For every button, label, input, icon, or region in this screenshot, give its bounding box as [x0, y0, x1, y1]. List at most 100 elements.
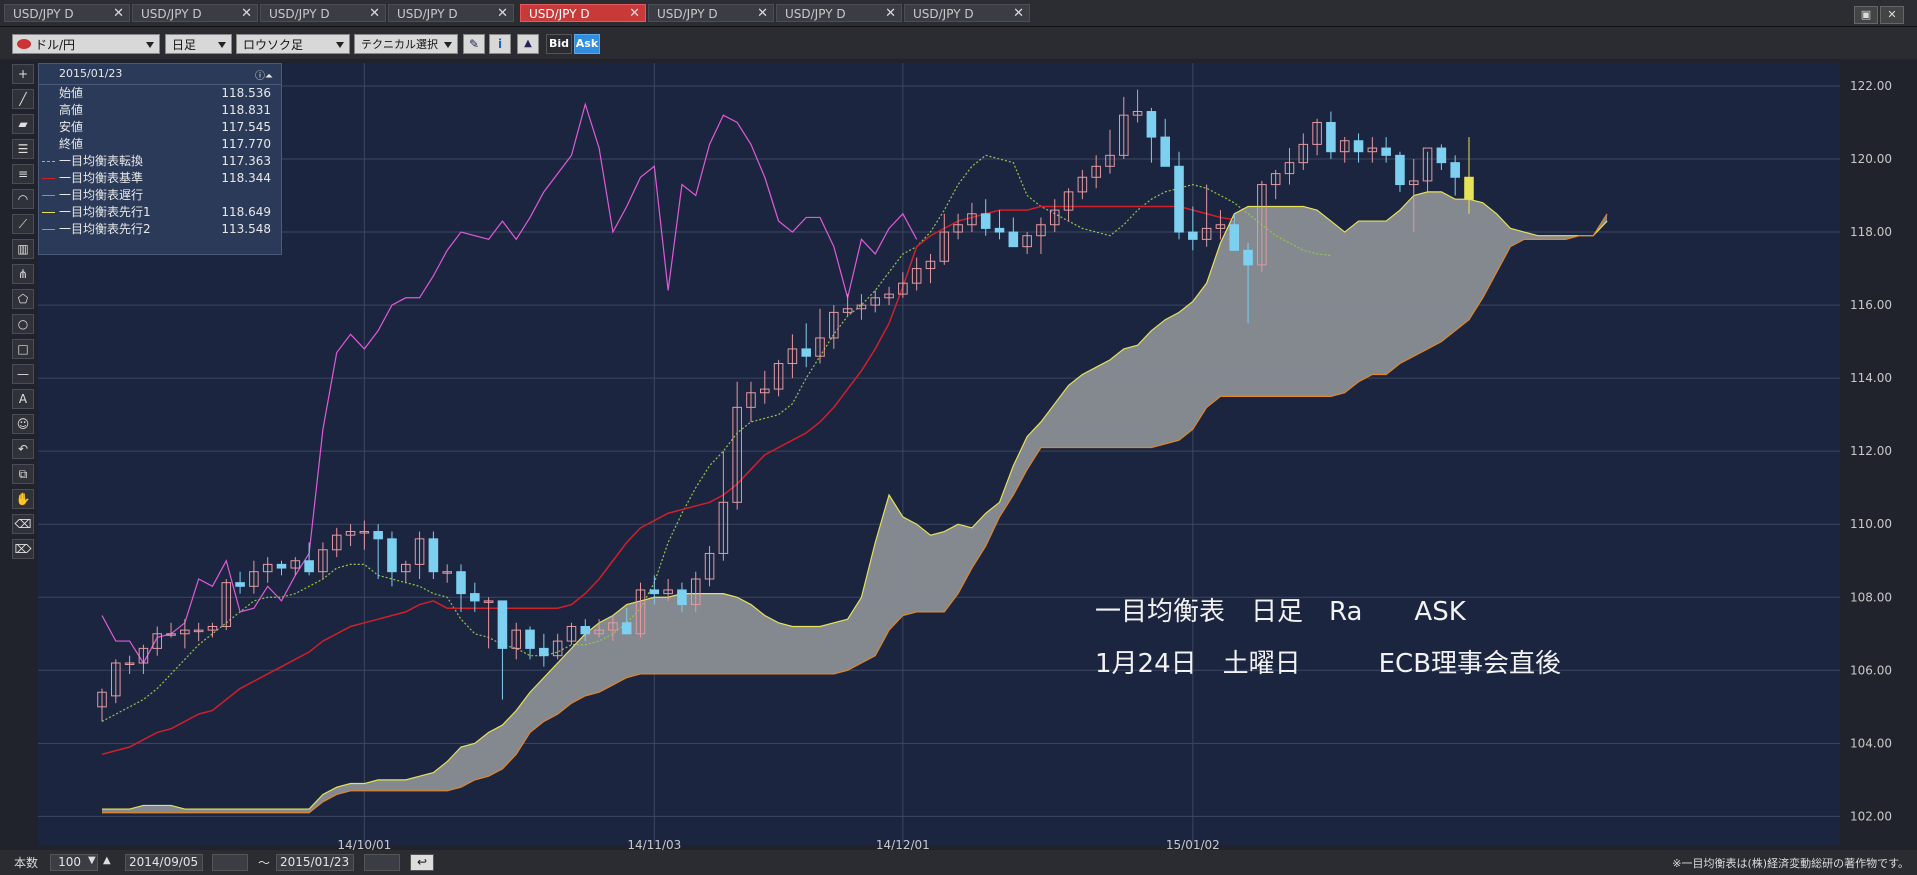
- trendline-icon[interactable]: ╱: [12, 89, 34, 109]
- ohlc-info-panel: 2015/01/23 ⓘ⏶ 始値 118.536 高値 118.831 安値 117.54…: [38, 63, 282, 255]
- info-icon[interactable]: i: [489, 34, 511, 54]
- return-icon[interactable]: ↩: [410, 854, 434, 871]
- close-icon[interactable]: ✕: [757, 5, 768, 23]
- close-icon[interactable]: ✕: [497, 5, 508, 23]
- copy-icon[interactable]: ⧉: [12, 464, 34, 484]
- chart-style-label: ロウソク足: [243, 38, 304, 52]
- tab-usdjpy-6[interactable]: USD/JPY D ✕: [648, 4, 774, 22]
- text-tool-icon[interactable]: A: [12, 389, 34, 409]
- tab-usdjpy-2[interactable]: USD/JPY D ✕: [132, 4, 258, 22]
- candle-body: [539, 647, 549, 657]
- fib-arc-icon[interactable]: ◠: [12, 189, 34, 209]
- tab-usdjpy-4[interactable]: USD/JPY D ✕: [388, 4, 514, 22]
- y-tick-label: 116.00: [1850, 298, 1892, 312]
- from-time-field[interactable]: [212, 854, 248, 871]
- close-window-icon[interactable]: ✕: [1880, 6, 1904, 24]
- candle-body: [235, 582, 245, 587]
- candle-body: [1326, 121, 1336, 153]
- tab-usdjpy-5-active[interactable]: USD/JPY D ✕: [520, 4, 646, 22]
- to-date: 2015/01/23: [280, 855, 350, 869]
- to-date-field[interactable]: 2015/01/23: [276, 854, 354, 871]
- info-label: 一目均衡表遅行: [59, 188, 144, 202]
- from-date: 2014/09/05: [129, 855, 199, 869]
- candle-body: [994, 227, 1005, 233]
- candle-body: [580, 625, 591, 635]
- info-value: 118.831: [221, 103, 271, 117]
- candle-body: [1450, 162, 1460, 178]
- ruler-icon[interactable]: ▰: [12, 114, 34, 134]
- candle-body: [387, 538, 397, 573]
- bid-label: Bid: [548, 37, 570, 50]
- technical-label: テクニカル選択: [361, 38, 438, 51]
- candle-body: [621, 622, 632, 635]
- pitchfork-icon[interactable]: ⋔: [12, 264, 34, 284]
- fibonacci-icon[interactable]: ≡: [12, 164, 34, 184]
- candle-body: [1160, 136, 1170, 167]
- collapse-icon[interactable]: ⓘ⏶: [255, 67, 273, 87]
- status-bar: 本数 100 ▼ ▲ 2014/09/05 ～ 2015/01/23 ↩ ※一目…: [0, 850, 1917, 875]
- candle-body: [1229, 224, 1240, 251]
- rectangle-icon[interactable]: □: [12, 339, 34, 359]
- close-icon[interactable]: ✕: [241, 5, 252, 23]
- annotation-line2: 1月24日 土曜日 ECB理事会直後: [1095, 649, 1561, 679]
- candle-body: [1353, 140, 1364, 153]
- tab-usdjpy-8[interactable]: USD/JPY D ✕: [904, 4, 1030, 22]
- bid-button[interactable]: Bid: [546, 34, 572, 54]
- from-date-field[interactable]: 2014/09/05: [125, 854, 203, 871]
- range-tilde: ～: [258, 856, 271, 870]
- circle-icon[interactable]: ○: [12, 314, 34, 334]
- crosshair-icon[interactable]: +: [12, 64, 34, 84]
- close-icon[interactable]: ✕: [113, 5, 124, 23]
- info-row: 一目均衡表遅行: [39, 187, 281, 204]
- decrement-icon[interactable]: ▼: [88, 855, 96, 866]
- increment-icon[interactable]: ▲: [103, 855, 111, 866]
- vertical-lines-icon[interactable]: ▥: [12, 239, 34, 259]
- tab-usdjpy-3[interactable]: USD/JPY D ✕: [260, 4, 386, 22]
- y-tick-label: 122.00: [1850, 79, 1892, 93]
- info-value: 118.344: [221, 171, 271, 185]
- info-label: 一目均衡表転換: [59, 154, 144, 168]
- chart-style-select[interactable]: ロウソク足: [236, 34, 350, 54]
- pencil-icon[interactable]: ✎: [463, 34, 485, 54]
- symbol-select[interactable]: ドル/円: [12, 34, 160, 54]
- fan-icon[interactable]: ⟋: [12, 214, 34, 234]
- emoji-icon[interactable]: ☺: [12, 414, 34, 434]
- horizontal-lines-icon[interactable]: ☰: [12, 139, 34, 159]
- technical-select[interactable]: テクニカル選択: [354, 34, 458, 54]
- series-swatch: [42, 229, 55, 230]
- series-swatch: [42, 178, 55, 179]
- info-row: 安値 117.545: [39, 119, 281, 136]
- chart-canvas[interactable]: 102.00 104.00 106.00 108.00 110.00 112.00 114.…: [0, 60, 1917, 850]
- to-time-field[interactable]: [364, 854, 400, 871]
- info-value: 113.548: [221, 222, 271, 236]
- y-tick-label: 118.00: [1850, 225, 1892, 239]
- undo-icon[interactable]: ↶: [12, 439, 34, 459]
- close-icon[interactable]: ✕: [629, 5, 640, 23]
- candle-body: [428, 538, 439, 573]
- symbol-label: ドル/円: [35, 38, 76, 52]
- eraser-all-icon[interactable]: ⌦: [12, 539, 34, 559]
- ask-button[interactable]: Ask: [574, 34, 600, 54]
- plot-background: [38, 63, 1840, 845]
- candle-body: [525, 629, 535, 649]
- close-icon[interactable]: ✕: [369, 5, 380, 23]
- tab-usdjpy-7[interactable]: USD/JPY D ✕: [776, 4, 902, 22]
- chevron-down-icon: [218, 42, 226, 48]
- x-tick-label: 14/12/01: [876, 838, 930, 850]
- candle-body: [1188, 231, 1198, 240]
- candle-body: [1395, 154, 1405, 186]
- period-select[interactable]: 日足: [165, 34, 232, 54]
- close-icon[interactable]: ✕: [1013, 5, 1024, 23]
- hand-icon[interactable]: ✋: [12, 489, 34, 509]
- restore-icon[interactable]: ▣: [1854, 6, 1878, 24]
- pentagon-icon[interactable]: ⬠: [12, 289, 34, 309]
- eraser-icon[interactable]: ⌫: [12, 514, 34, 534]
- info-rows: 始値 118.536 高値 118.831 安値 117.545 終値 117.770 一目均衡…: [39, 85, 281, 238]
- tab-usdjpy-1[interactable]: USD/JPY D ✕: [4, 4, 130, 22]
- y-tick-label: 102.00: [1850, 809, 1892, 823]
- ask-label: Ask: [575, 37, 599, 50]
- horizontal-line-icon[interactable]: —: [12, 364, 34, 384]
- info-value: 118.649: [221, 205, 271, 219]
- close-icon[interactable]: ✕: [885, 5, 896, 23]
- mountain-chart-icon[interactable]: ▲: [517, 34, 539, 54]
